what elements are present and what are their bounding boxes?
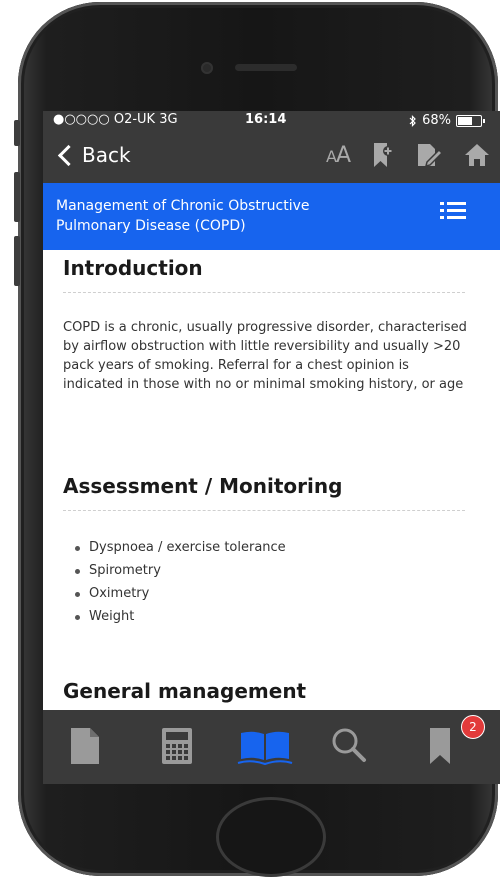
section-title-general-management: General management — [63, 679, 307, 703]
app-screen: ●○○○○ O2-UK 3G 16:14 68% Back AA Managem… — [43, 111, 500, 784]
book-icon[interactable] — [237, 730, 293, 766]
introduction-paragraph: COPD is a chronic, usually progressive d… — [63, 320, 467, 392]
earpiece-speaker — [235, 64, 297, 71]
assessment-item: Dyspnoea / exercise tolerance — [73, 536, 286, 559]
section-title-introduction: Introduction — [63, 256, 203, 280]
assessment-item: Spirometry — [73, 559, 286, 582]
volume-down-button — [14, 236, 20, 286]
section-divider — [63, 510, 465, 511]
calculator-icon[interactable] — [161, 727, 193, 765]
mute-switch — [14, 120, 20, 146]
bookmarks-tab[interactable] — [429, 727, 451, 769]
bookmarks-badge: 2 — [461, 715, 485, 739]
assessment-list: Dyspnoea / exercise tolerance Spirometry O… — [73, 536, 286, 628]
volume-up-button — [14, 172, 20, 222]
front-camera — [201, 62, 213, 74]
home-button[interactable] — [216, 797, 326, 877]
assessment-item: Weight — [73, 605, 286, 628]
section-divider — [63, 292, 465, 293]
section-title-assessment: Assessment / Monitoring — [63, 474, 343, 498]
article-content: Introduction COPD is a chronic, usually … — [43, 111, 500, 710]
search-icon[interactable] — [331, 727, 367, 763]
assessment-item: Oximetry — [73, 582, 286, 605]
tab-bar: 2 — [43, 710, 500, 784]
bookmarks-icon — [430, 728, 450, 764]
document-icon[interactable] — [69, 727, 101, 765]
